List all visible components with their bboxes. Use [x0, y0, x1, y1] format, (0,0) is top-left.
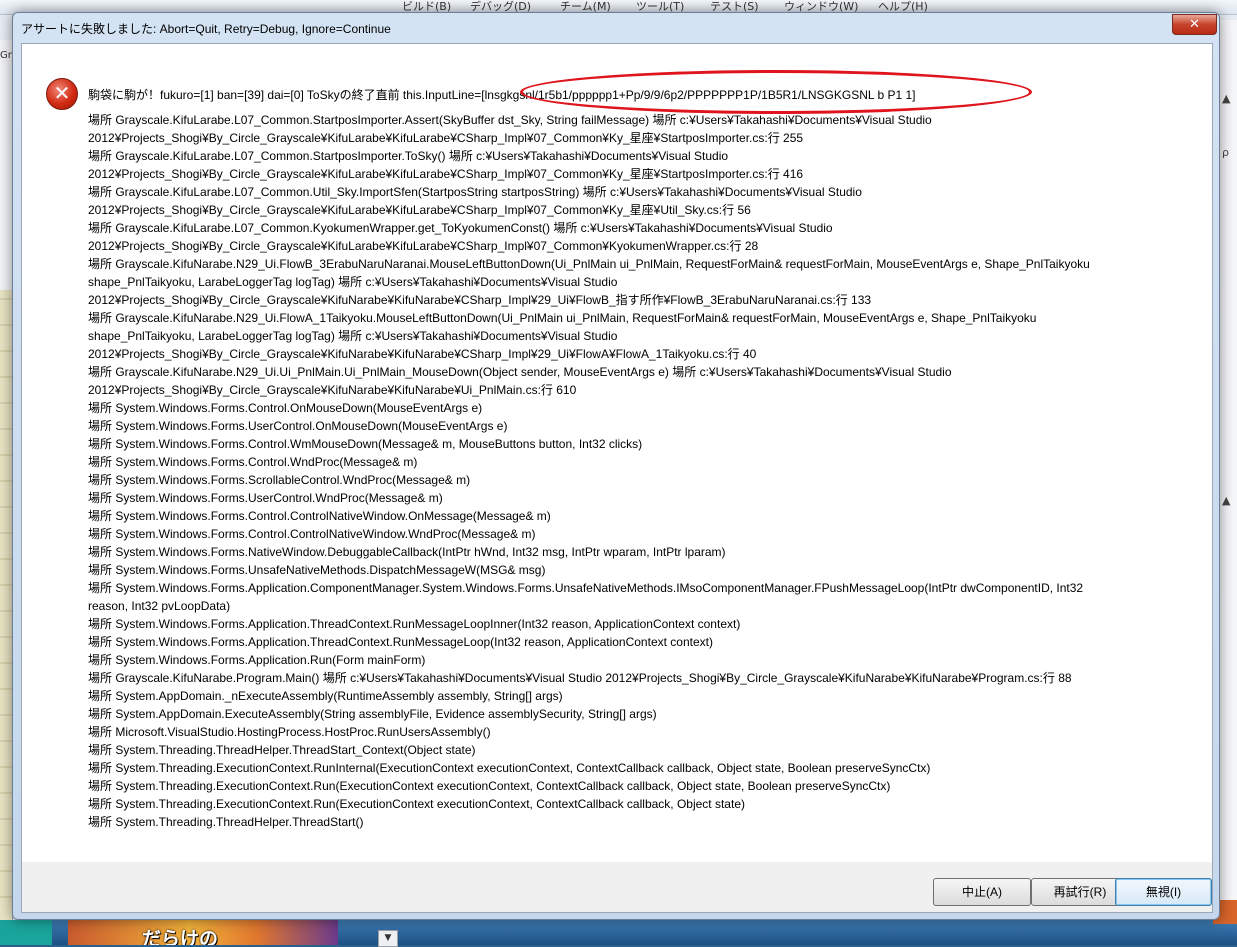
dialog-client-area: ✕ 駒袋に駒が！fukuro=[1] ban=[39] dai=[0] ToSk…: [21, 43, 1213, 913]
stack-trace-line: 場所 System.Threading.ExecutionContext.Run…: [88, 761, 931, 775]
stack-trace-line: 2012¥Projects_Shogi¥By_Circle_Grayscale¥…: [88, 347, 757, 361]
stack-trace-line: 場所 System.Windows.Forms.Control.WmMouseD…: [88, 437, 643, 451]
stack-trace-line: 2012¥Projects_Shogi¥By_Circle_Grayscale¥…: [88, 131, 804, 145]
stack-trace-line: 場所 System.Windows.Forms.Control.ControlN…: [88, 509, 551, 523]
stack-trace-line: 場所 Grayscale.KifuLarabe.L07_Common.Kyoku…: [88, 221, 833, 235]
stack-trace-line: 場所 System.Windows.Forms.Application.Thre…: [88, 617, 741, 631]
stack-trace-line: 場所 Grayscale.KifuLarabe.L07_Common.Start…: [88, 113, 932, 127]
bg-left-glyph: Gr: [0, 50, 12, 61]
stack-trace-line: 場所 System.Windows.Forms.NativeWindow.Deb…: [88, 545, 726, 559]
stack-trace-line: 場所 System.Threading.ExecutionContext.Run…: [88, 797, 745, 811]
bg-right-glyph-1: ▲: [1222, 92, 1231, 105]
stack-trace-line: 2012¥Projects_Shogi¥By_Circle_Grayscale¥…: [88, 383, 577, 397]
background-thumbnail-image: だらけの: [68, 918, 338, 945]
stack-trace-line: 場所 System.Windows.Forms.Application.Run(…: [88, 653, 426, 667]
stack-trace-line: 場所 System.Windows.Forms.UserControl.OnMo…: [88, 419, 508, 433]
bg-right-search-icon[interactable]: ρ: [1222, 146, 1229, 159]
bg-scroll-down-button[interactable]: ▼: [378, 930, 398, 947]
stack-trace-line: 場所 System.AppDomain._nExecuteAssembly(Ru…: [88, 689, 563, 703]
stack-trace: 場所 Grayscale.KifuLarabe.L07_Common.Start…: [88, 111, 1188, 831]
ignore-button[interactable]: 無視(I): [1115, 878, 1212, 906]
red-highlight-ellipse: [520, 70, 1032, 114]
error-icon: ✕: [46, 78, 78, 110]
stack-trace-line: 場所 System.Windows.Forms.Control.WndProc(…: [88, 455, 418, 469]
bg-right-glyph-2: ▲: [1222, 494, 1231, 507]
dialog-titlebar[interactable]: アサートに失敗しました: Abort=Quit, Retry=Debug, Ig…: [13, 13, 1219, 43]
stack-trace-line: 場所 Grayscale.KifuNarabe.Program.Main() 場…: [88, 671, 1072, 685]
stack-trace-line: 場所 Grayscale.KifuLarabe.L07_Common.Start…: [88, 149, 729, 163]
stack-trace-line: 場所 System.Windows.Forms.Control.OnMouseD…: [88, 401, 483, 415]
stack-trace-line: shape_PnlTaikyoku, LarabeLoggerTag logTa…: [88, 275, 618, 289]
stack-trace-line: 場所 System.Windows.Forms.Application.Thre…: [88, 635, 713, 649]
stack-trace-line: 場所 System.Threading.ExecutionContext.Run…: [88, 779, 891, 793]
stack-trace-line: 場所 Grayscale.KifuNarabe.N29_Ui.FlowA_1Ta…: [88, 311, 1037, 325]
stack-trace-line: 2012¥Projects_Shogi¥By_Circle_Grayscale¥…: [88, 167, 804, 181]
taskbar-start-area[interactable]: [0, 920, 52, 945]
stack-trace-line: 場所 Microsoft.VisualStudio.HostingProcess…: [88, 725, 491, 739]
close-icon: ✕: [1189, 17, 1200, 32]
dialog-title: アサートに失敗しました: Abort=Quit, Retry=Debug, Ig…: [21, 22, 391, 36]
stack-trace-line: 場所 System.Threading.ThreadHelper.ThreadS…: [88, 743, 476, 757]
stack-trace-line: 場所 System.Windows.Forms.Control.ControlN…: [88, 527, 536, 541]
stack-trace-line: 2012¥Projects_Shogi¥By_Circle_Grayscale¥…: [88, 203, 751, 217]
stack-trace-line: 場所 System.Windows.Forms.UnsafeNativeMeth…: [88, 563, 546, 577]
stack-trace-line: 場所 Grayscale.KifuNarabe.N29_Ui.Ui_PnlMai…: [88, 365, 952, 379]
background-left-panel-top: Gr: [0, 40, 12, 290]
abort-button[interactable]: 中止(A): [933, 878, 1031, 906]
stack-trace-line: 場所 Grayscale.KifuLarabe.L07_Common.Util_…: [88, 185, 862, 199]
stack-trace-line: 場所 System.Threading.ThreadHelper.ThreadS…: [88, 815, 364, 829]
stack-trace-line: 場所 System.AppDomain.ExecuteAssembly(Stri…: [88, 707, 657, 721]
thumbnail-text: だらけの: [142, 928, 219, 945]
assert-dialog: アサートに失敗しました: Abort=Quit, Retry=Debug, Ig…: [12, 12, 1220, 920]
stack-trace-line: 2012¥Projects_Shogi¥By_Circle_Grayscale¥…: [88, 239, 759, 253]
stack-trace-line: 場所 Grayscale.KifuNarabe.N29_Ui.FlowB_3Er…: [88, 257, 1090, 271]
stack-trace-line: 場所 System.Windows.Forms.ScrollableContro…: [88, 473, 471, 487]
message-area: ✕ 駒袋に駒が！fukuro=[1] ban=[39] dai=[0] ToSk…: [22, 44, 1212, 862]
stack-trace-line: 2012¥Projects_Shogi¥By_Circle_Grayscale¥…: [88, 293, 872, 307]
close-button[interactable]: ✕: [1172, 14, 1217, 35]
stack-trace-line: shape_PnlTaikyoku, LarabeLoggerTag logTa…: [88, 329, 618, 343]
stack-trace-line: 場所 System.Windows.Forms.UserControl.WndP…: [88, 491, 443, 505]
stack-trace-line: 場所 System.Windows.Forms.Application.Comp…: [88, 581, 1084, 595]
stack-trace-line: reason, Int32 pvLoopData): [88, 599, 231, 613]
